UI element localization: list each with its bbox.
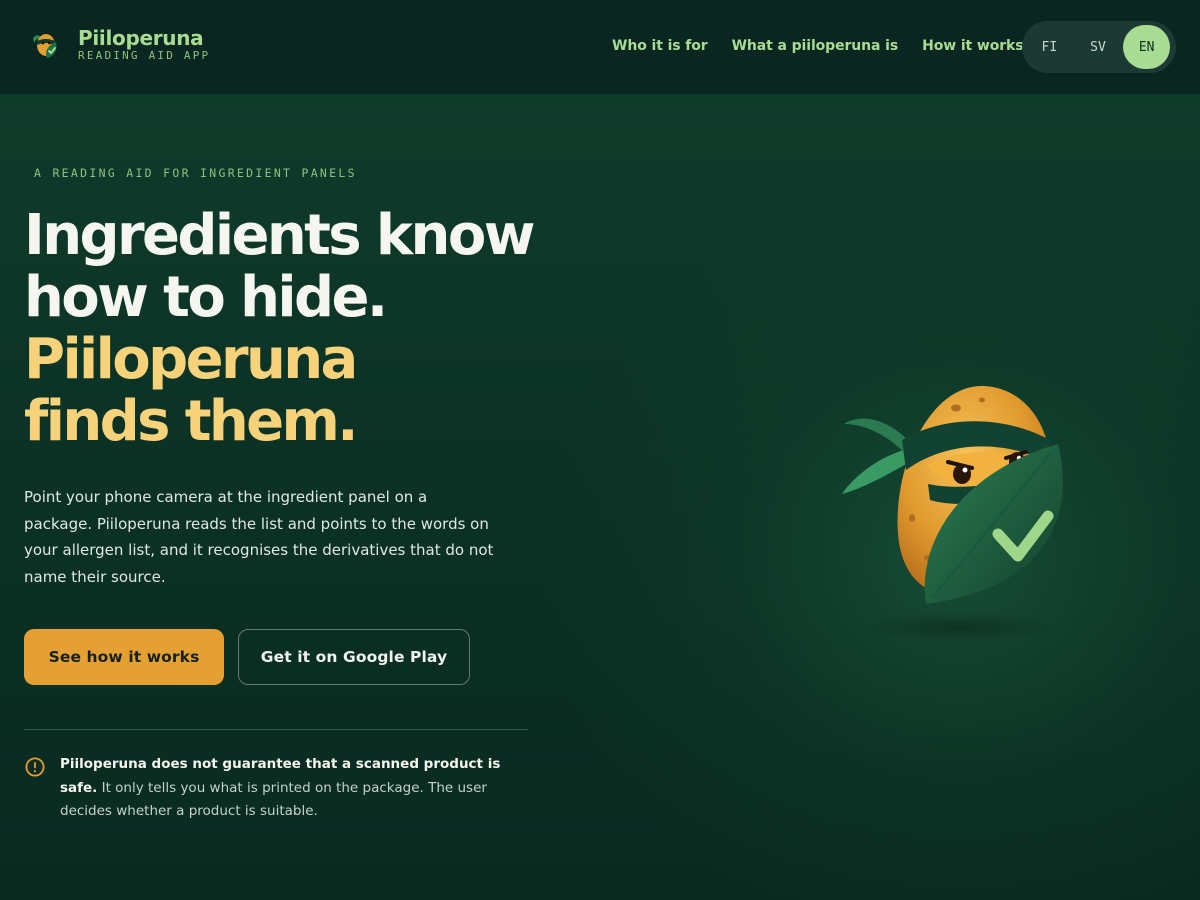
- divider: [24, 729, 528, 730]
- nav-link-what-a-piiloperuna-is[interactable]: What a piiloperuna is: [732, 38, 899, 54]
- nav-link-how-it-works[interactable]: How it works: [922, 38, 1024, 54]
- hero-headline: Ingredients know how to hide. Piiloperun…: [24, 205, 584, 453]
- language-option-sv[interactable]: SV: [1075, 25, 1122, 69]
- hero-eyebrow: A READING AID FOR INGREDIENT PANELS: [34, 166, 357, 180]
- site-header: Piiloperuna READING AID APP Who it is fo…: [0, 0, 1200, 94]
- ninja-potato-logo-icon: [33, 34, 57, 58]
- google-play-button[interactable]: Get it on Google Play: [238, 629, 470, 685]
- ninja-potato-mascot-icon: [842, 385, 1063, 604]
- main-nav: Who it is for What a piiloperuna is How …: [612, 38, 1048, 54]
- hero-lead: Point your phone camera at the ingredien…: [24, 488, 494, 587]
- headline-line-3: Piiloperuna: [24, 327, 358, 392]
- nav-link-who-it-is-for[interactable]: Who it is for: [612, 38, 708, 54]
- headline-line-2: how to hide.: [24, 265, 388, 330]
- see-how-it-works-button[interactable]: See how it works: [24, 629, 224, 685]
- safety-notice: Piiloperuna does not guarantee that a sc…: [60, 753, 530, 824]
- language-switcher: FI SV EN: [1022, 21, 1176, 73]
- headline-line-4: finds them.: [24, 389, 359, 454]
- language-option-fi[interactable]: FI: [1026, 25, 1073, 69]
- language-option-en[interactable]: EN: [1123, 25, 1171, 69]
- brand-subtitle: READING AID APP: [78, 49, 211, 62]
- safety-notice-text: It only tells you what is printed on the…: [60, 779, 487, 820]
- brand-name: Piiloperuna: [78, 26, 204, 50]
- headline-line-1: Ingredients know: [24, 203, 535, 268]
- warning-circle-icon: [25, 757, 45, 777]
- brand[interactable]: Piiloperuna READING AID APP: [30, 26, 210, 62]
